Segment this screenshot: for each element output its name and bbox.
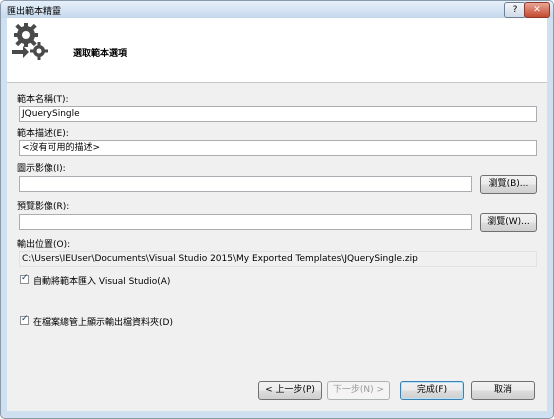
wizard-content: 選取範本選項 範本名稱(T): JQuerySingle 範本描述(E): <沒… (7, 18, 547, 411)
template-name-label: 範本名稱(T): (17, 95, 69, 105)
wizard-header: 選取範本選項 (7, 18, 547, 83)
preview-browse-button[interactable]: 瀏覽(W)... (480, 213, 537, 232)
icon-browse-button[interactable]: 瀏覽(B)... (480, 175, 537, 194)
title-bar: 匯出範本精靈 ? ✕ (1, 1, 553, 18)
output-location-label: 輸出位置(O): (17, 240, 71, 250)
icon-image-label: 圖示影像(I): (17, 164, 66, 174)
preview-image-field[interactable] (19, 214, 472, 230)
icon-image-field[interactable] (19, 176, 472, 192)
auto-import-label[interactable]: 自動將範本匯入 Visual Studio(A) (33, 274, 170, 287)
template-desc-label: 範本描述(E): (17, 129, 69, 139)
export-template-wizard-window: 匯出範本精靈 ? ✕ 選取範本選項 範本名稱(T): JQuerySingle … (0, 0, 554, 419)
next-button[interactable]: 下一步(N) > (327, 381, 390, 400)
close-button[interactable]: ✕ (524, 2, 550, 18)
page-title: 選取範本選項 (73, 49, 128, 59)
template-desc-field[interactable]: <沒有可用的描述> (19, 140, 537, 156)
gear-icon (12, 23, 48, 60)
output-location-field: C:\Users\IEUser\Documents\Visual Studio … (19, 251, 537, 267)
finish-button[interactable]: 完成(F) (400, 381, 464, 400)
cancel-button[interactable]: 取消 (471, 381, 535, 400)
auto-import-checkbox[interactable] (20, 273, 29, 284)
preview-image-label: 預覽影像(R): (17, 202, 70, 212)
window-title: 匯出範本精靈 (7, 7, 62, 17)
show-folder-checkbox[interactable] (20, 314, 29, 325)
show-folder-label[interactable]: 在檔案總管上顯示輸出檔資料夾(D) (33, 315, 173, 328)
prev-button[interactable]: < 上一步(P) (258, 381, 322, 400)
template-name-field[interactable]: JQuerySingle (19, 106, 537, 122)
help-button[interactable]: ? (504, 2, 526, 18)
